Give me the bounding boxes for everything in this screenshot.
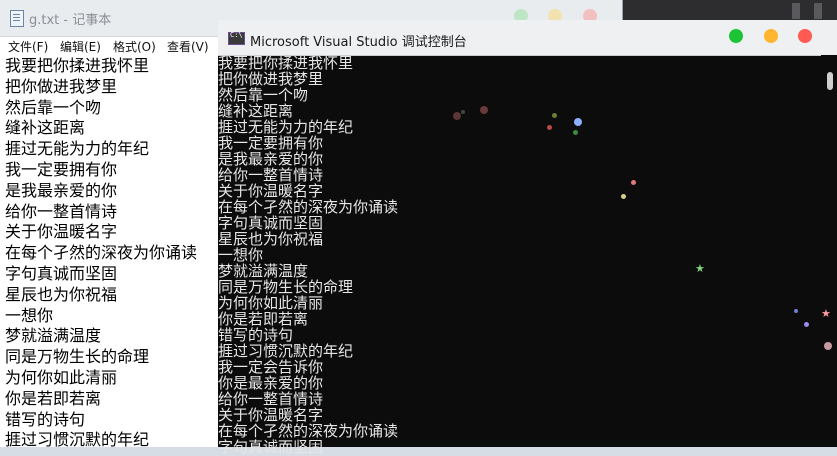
menu-view[interactable]: 查看(V) — [167, 38, 209, 55]
sparkle-star-icon: ★ — [695, 262, 705, 275]
notepad-line: 然后靠一个吻 — [5, 97, 102, 117]
notepad-line: 梦就溢满温度 — [5, 326, 102, 346]
console-line: 你是最亲爱的你 — [218, 374, 324, 392]
sparkle-dot — [794, 309, 798, 313]
sparkle-dot — [573, 130, 578, 135]
background-scroll-bar — [792, 3, 800, 19]
menu-format[interactable]: 格式(O) — [113, 38, 156, 55]
console-line: 是我最亲爱的你 — [218, 150, 324, 168]
notepad-line: 你是若即若离 — [5, 388, 102, 408]
console-line: 字句真诚而坚固 — [218, 214, 324, 232]
sparkle-dot — [631, 180, 636, 185]
console-line: 捱过无能为力的年纪 — [218, 118, 354, 136]
console-title-bar[interactable]: Microsoft Visual Studio 调试控制台 — [218, 20, 837, 56]
notepad-line: 给你一整首情诗 — [5, 201, 118, 221]
notepad-line: 为何你如此清丽 — [5, 367, 118, 387]
sparkle-dot — [621, 194, 626, 199]
console-line: 给你一整首情诗 — [218, 390, 324, 408]
notepad-line: 错写的诗句 — [5, 409, 86, 429]
notepad-line: 关于你温暖名字 — [5, 222, 118, 242]
console-line: 错写的诗句 — [218, 326, 294, 344]
sparkle-dot — [453, 112, 461, 120]
console-line: 你是若即若离 — [218, 310, 309, 328]
console-line: 给你一整首情诗 — [218, 166, 324, 184]
notepad-line: 星辰也为你祝福 — [5, 284, 118, 304]
console-line: 把你做进我梦里 — [218, 70, 324, 88]
notepad-line: 在每个孑然的深夜为你诵读 — [5, 243, 198, 263]
sparkle-dot — [574, 118, 582, 126]
notepad-line: 捱过无能为力的年纪 — [5, 139, 150, 159]
notepad-line: 字句真诚而坚固 — [5, 263, 118, 283]
minimize-button[interactable] — [764, 29, 778, 43]
sparkle-dot — [804, 322, 809, 327]
maximize-button[interactable] — [729, 29, 743, 43]
console-line: 梦就溢满温度 — [218, 262, 309, 280]
sparkle-dot — [547, 125, 552, 130]
console-line: 关于你温暖名字 — [218, 182, 324, 200]
console-line: 我一定要拥有你 — [218, 134, 324, 152]
console-line: 缝补这距离 — [218, 102, 294, 120]
notepad-line: 同是万物生长的命理 — [5, 347, 150, 367]
console-output: 我要把你揉进我怀里 把你做进我梦里 然后靠一个吻 缝补这距离 捱过无能为力的年纪 我一定要… — [218, 55, 818, 455]
console-line: 然后靠一个吻 — [218, 86, 309, 104]
notepad-line: 我要把你揉进我怀里 — [5, 56, 150, 75]
console-line: 关于你温暖名字 — [218, 406, 324, 424]
notepad-text-area[interactable]: 我要把你揉进我怀里 把你做进我梦里 然后靠一个吻 缝补这距离 捱过无能为力的年纪 我一定要… — [5, 56, 217, 451]
menu-file[interactable]: 文件(F) — [8, 38, 48, 55]
console-line: 在每个孑然的深夜为你诵读 — [218, 422, 399, 440]
background-window — [620, 0, 837, 22]
notepad-menu-bar: 文件(F) 编辑(E) 格式(O) 查看(V) — [0, 36, 218, 56]
sparkle-dot — [824, 342, 832, 350]
console-app-icon — [228, 31, 245, 45]
sparkle-star-icon: ★ — [821, 307, 831, 320]
menu-edit[interactable]: 编辑(E) — [60, 38, 101, 55]
scrollbar-thumb[interactable] — [827, 72, 833, 90]
notepad-line: 一想你 — [5, 305, 54, 325]
console-line: 一想你 — [218, 246, 264, 264]
notepad-line: 捱过习惯沉默的年纪 — [5, 430, 150, 450]
sparkle-dot — [552, 113, 557, 118]
console-window: Microsoft Visual Studio 调试控制台 我要把你揉进我怀里把… — [218, 20, 837, 455]
sparkle-dot — [480, 106, 488, 114]
notepad-title: g.txt - 记事本 — [29, 13, 112, 28]
console-line: 捱过习惯沉默的年纪 — [218, 342, 354, 360]
sparkle-dot — [461, 110, 465, 114]
console-line: 同是万物生长的命理 — [218, 278, 354, 296]
console-scrollbar[interactable] — [821, 55, 837, 447]
console-line: 为何你如此清丽 — [218, 294, 324, 312]
console-line: 在每个孑然的深夜为你诵读 — [218, 198, 399, 216]
notepad-line: 把你做进我梦里 — [5, 76, 118, 96]
console-title: Microsoft Visual Studio 调试控制台 — [250, 35, 467, 50]
notepad-line: 是我最亲爱的你 — [5, 180, 118, 200]
notepad-doc-icon — [10, 10, 24, 27]
background-scroll-bar — [814, 3, 822, 19]
notepad-line: 缝补这距离 — [5, 118, 86, 138]
notepad-line: 我一定要拥有你 — [5, 159, 118, 179]
console-line: 我要把你揉进我怀里 — [218, 54, 354, 72]
console-line: 字句真诚而坚固 — [218, 438, 324, 456]
console-line: 星辰也为你祝福 — [218, 230, 324, 248]
console-line: 我一定会告诉你 — [218, 358, 324, 376]
close-button[interactable] — [798, 29, 812, 43]
